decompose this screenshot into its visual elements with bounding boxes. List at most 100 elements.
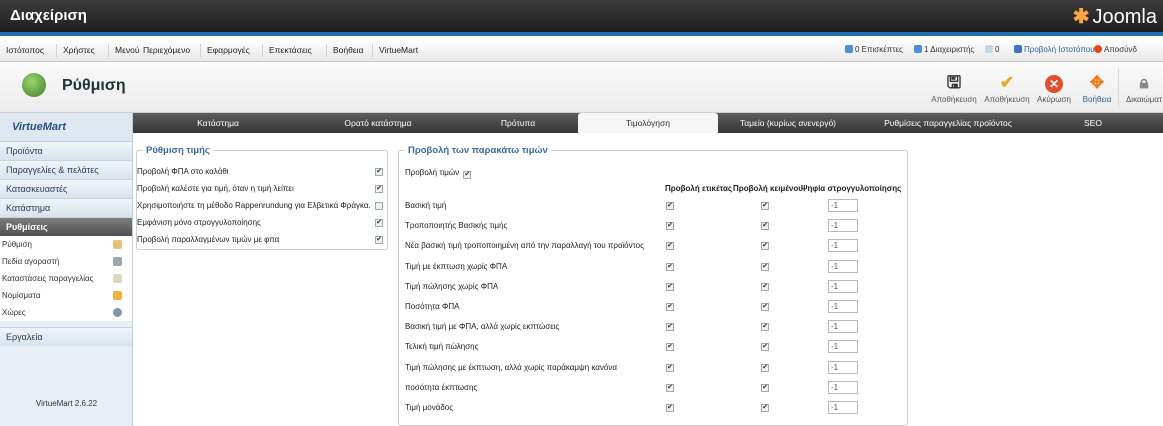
menu-help[interactable]: Βοήθεια [333,45,363,55]
setting-checkbox[interactable] [375,202,383,210]
tab-product-order[interactable]: Ρυθμίσεις παραγγελίας προϊόντος [858,113,1038,133]
tab-shop[interactable]: Κατάστημα [133,113,303,133]
show-label-checkbox[interactable]: ✔ [666,323,674,331]
show-label-checkbox[interactable]: ✔ [666,343,674,351]
price-row-label: Τιμή με έκπτωση χωρίς ΦΠΑ [405,262,508,271]
price-row-label: Ποσότητα ΦΠΑ [405,302,460,311]
menu-site[interactable]: Ιστότοπος [6,45,44,55]
permissions-button[interactable]: 🔒︎ Δικαιώματ [1120,71,1163,104]
show-label-checkbox[interactable]: ✔ [666,222,674,230]
show-text-checkbox[interactable]: ✔ [761,364,769,372]
tab-shopfront[interactable]: Ορατό κατάστημα [303,113,453,133]
rounding-digits-input[interactable]: -1 [828,361,858,374]
view-site-link[interactable]: Προβολή Ιστοτόπου [1014,45,1095,54]
header-rounding-digits: Ψηφία στρογγυλοποίησης [801,184,902,193]
admin-header: Διαχείριση ✱ Joomla [0,0,1163,36]
virtuemart-logo[interactable]: VirtueMart [0,113,132,141]
joomla-logo[interactable]: ✱ Joomla [1073,4,1157,29]
rounding-digits-input[interactable]: -1 [828,239,858,252]
rounding-digits-input[interactable]: -1 [828,219,858,232]
sidebar-sub-shopper-fields[interactable]: Πεδία αγοραστή [0,253,132,270]
show-label-checkbox[interactable]: ✔ [666,384,674,392]
help-button[interactable]: ✥ Βοήθεια [1073,71,1121,104]
setting-label: Προβολή καλέστε για τιμή, όταν η τιμή λε… [137,184,294,193]
cancel-button[interactable]: ✕ Ακύρωση [1030,71,1078,104]
show-text-checkbox[interactable]: ✔ [761,303,769,311]
show-prices-row: Προβολή τιμών ✔ [405,168,472,179]
show-text-checkbox[interactable]: ✔ [761,404,769,412]
show-text-checkbox[interactable]: ✔ [761,283,769,291]
menu-content[interactable]: Περιεχόμενο [143,45,190,55]
save-button[interactable]: 🖫 Αποθήκευση [930,71,978,104]
setting-checkbox[interactable]: ✔ [375,185,383,193]
rounding-digits-input[interactable]: -1 [828,320,858,333]
show-label-checkbox[interactable]: ✔ [666,202,674,210]
sidebar-sub-countries[interactable]: Χώρες [0,304,132,321]
show-text-checkbox[interactable]: ✔ [761,263,769,271]
rounding-digits-input[interactable]: -1 [828,300,858,313]
price-row-label: ποσότητα έκπτωσης [405,383,478,392]
mail-icon [985,45,993,53]
tools-icon [113,240,122,249]
header-show-text: Προβολή κειμένου [733,184,803,193]
cancel-icon: ✕ [1030,71,1078,95]
sidebar-item-configuration[interactable]: Ρυθμίσεις [0,217,132,236]
show-label-checkbox[interactable]: ✔ [666,263,674,271]
tab-templates[interactable]: Πρότυπα [453,113,583,133]
show-label-checkbox[interactable]: ✔ [666,242,674,250]
menu-components[interactable]: Εφαρμογές [207,45,250,55]
rounding-digits-input[interactable]: -1 [828,260,858,273]
menu-extensions[interactable]: Επεκτάσεις [269,45,312,55]
show-label-checkbox[interactable]: ✔ [666,364,674,372]
sidebar-item-manufacturers[interactable]: Κατασκευαστές [0,179,132,198]
setting-checkbox[interactable]: ✔ [375,168,383,176]
virtuemart-version: VirtueMart 2.6.22 [35,399,98,408]
rounding-digits-input[interactable]: -1 [828,381,858,394]
rounding-digits-input[interactable]: -1 [828,340,858,353]
sidebar-item-orders[interactable]: Παραγγελίες & πελάτες [0,160,132,179]
setting-label: Εμφάνιση μόνο στρογγυλοποίησης [137,218,261,227]
show-text-checkbox[interactable]: ✔ [761,323,769,331]
messages-status[interactable]: 0 [985,45,999,54]
admins-status[interactable]: 1 Διαχειριστής [914,45,974,54]
rounding-digits-input[interactable]: -1 [828,280,858,293]
show-label-checkbox[interactable]: ✔ [666,283,674,291]
show-text-checkbox[interactable]: ✔ [761,202,769,210]
tab-seo[interactable]: SEO [1038,113,1148,133]
save-close-button[interactable]: ✔ Αποθήκευση [983,71,1031,104]
sidebar-sub-order-status[interactable]: Καταστάσεις παραγγελίας [0,270,132,287]
show-text-checkbox[interactable]: ✔ [761,384,769,392]
tab-pricing[interactable]: Τιμολόγηση [578,113,718,133]
visitors-status[interactable]: 0 Επισκέπτες [845,45,903,54]
sidebar-sub-currencies[interactable]: Νομίσματα [0,287,132,304]
show-text-checkbox[interactable]: ✔ [761,222,769,230]
virtuemart-sidebar: VirtueMart Προϊόντα Παραγγελίες & πελάτε… [0,113,133,426]
sidebar-item-tools[interactable]: Εργαλεία [0,327,132,346]
menu-menus[interactable]: Μενού [115,45,140,55]
sidebar-item-products[interactable]: Προϊόντα [0,141,132,160]
show-text-checkbox[interactable]: ✔ [761,343,769,351]
sidebar-item-shop[interactable]: Κατάστημα [0,198,132,217]
logout-icon [1094,45,1102,53]
show-label-checkbox[interactable]: ✔ [666,303,674,311]
tab-checkout[interactable]: Ταμείο (κυρίως ανενεργό) [718,113,858,133]
menu-separator [262,44,263,57]
setting-checkbox[interactable]: ✔ [375,219,383,227]
rounding-digits-input[interactable]: -1 [828,199,858,212]
sidebar-sub-config[interactable]: Ρύθμιση [0,236,132,253]
config-tabs: Κατάστημα Ορατό κατάστημα Πρότυπα Τιμολό… [133,113,1163,133]
menu-virtuemart[interactable]: VirtueMart [379,45,418,55]
price-settings-legend: Ρύθμιση τιμής [146,145,210,156]
logout-link[interactable]: Αποσύνδ [1094,45,1137,54]
rounding-digits-input[interactable]: -1 [828,401,858,414]
show-text-checkbox[interactable]: ✔ [761,242,769,250]
menu-separator [56,44,57,57]
menu-users[interactable]: Χρήστες [63,45,95,55]
setting-label: Προβολή ΦΠΑ στο καλάθι [137,167,229,176]
setting-checkbox[interactable]: ✔ [375,236,383,244]
show-label-checkbox[interactable]: ✔ [666,404,674,412]
checkmark-icon: ✔ [999,73,1015,92]
globe-icon [113,308,122,317]
show-prices-checkbox[interactable]: ✔ [463,171,472,179]
list-icon [113,274,122,283]
